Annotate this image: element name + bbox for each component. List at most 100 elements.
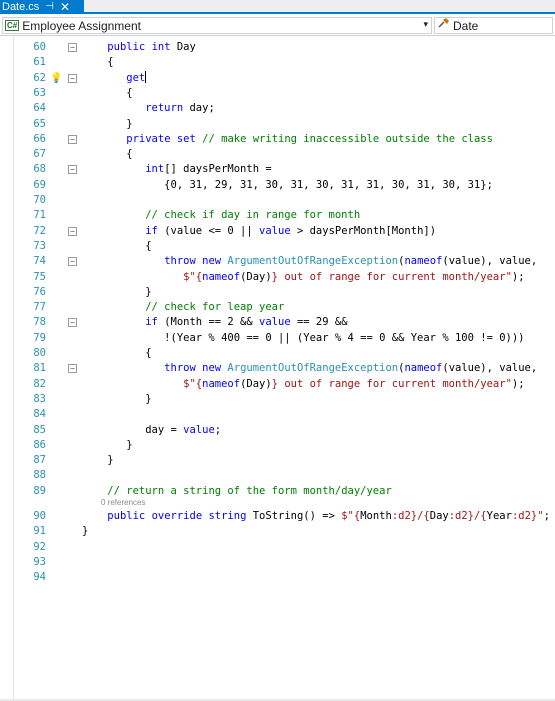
code-text[interactable]: } — [82, 392, 151, 407]
member-dropdown[interactable]: Date — [434, 17, 553, 34]
code-text[interactable]: int[] daysPerMonth = — [82, 162, 271, 177]
line-number: 83 — [33, 392, 46, 405]
line-number: 62 — [33, 71, 46, 84]
lightbulb-icon[interactable]: 💡 — [50, 72, 62, 85]
collapse-region-icon[interactable]: − — [68, 134, 77, 144]
code-line[interactable]: 91} — [0, 524, 555, 539]
code-text[interactable]: return day; — [82, 101, 215, 116]
code-text[interactable]: { — [82, 55, 113, 70]
code-text[interactable]: { — [82, 147, 132, 162]
code-line[interactable]: 86 } — [0, 438, 555, 453]
code-line[interactable]: 62 💡 − get — [0, 70, 555, 86]
code-line[interactable]: 84 — [0, 407, 555, 422]
code-line[interactable]: 65 } — [0, 117, 555, 132]
code-text[interactable]: } — [82, 438, 132, 453]
code-line[interactable]: 77 // check for leap year — [0, 300, 555, 315]
code-line[interactable]: 67 { — [0, 147, 555, 162]
line-number: 92 — [33, 540, 46, 553]
code-text[interactable]: // check for leap year — [82, 300, 284, 315]
collapse-region-icon[interactable]: − — [68, 73, 77, 83]
code-text[interactable]: } — [82, 453, 113, 468]
codelens-references[interactable]: 0 references — [101, 498, 145, 508]
code-line[interactable]: 75 $"{nameof(Day)} out of range for curr… — [0, 270, 555, 285]
line-number: 84 — [33, 408, 46, 421]
code-line[interactable]: 73 { — [0, 239, 555, 254]
code-text[interactable]: } — [82, 524, 88, 539]
chevron-down-icon[interactable]: ▾ — [423, 19, 428, 30]
code-editor[interactable]: 60− public int Day 61 {62 💡 − get 63 {64 ret… — [0, 36, 555, 701]
code-text[interactable]: $"{nameof(Day)} out of range for current… — [82, 377, 524, 392]
collapse-region-icon[interactable]: − — [68, 43, 77, 52]
code-line[interactable]: 63 { — [0, 86, 555, 101]
project-dropdown[interactable]: C# Employee Assignment ▾ — [2, 17, 432, 34]
line-number: 90 — [33, 510, 46, 522]
collapse-region-icon[interactable]: − — [68, 364, 77, 374]
code-text[interactable]: {0, 31, 29, 31, 30, 31, 30, 31, 31, 30, … — [82, 178, 493, 193]
line-number: 91 — [33, 525, 46, 538]
line-number: 94 — [33, 571, 46, 584]
code-line[interactable]: 74 − throw new ArgumentOutOfRangeExceptio… — [0, 254, 555, 269]
code-text[interactable]: if (Month == 2 && value == 29 && — [82, 315, 347, 330]
code-text[interactable]: day = value; — [82, 423, 221, 438]
line-number: 66 — [33, 132, 46, 145]
code-line[interactable]: 78 − if (Month == 2 && value == 29 && — [0, 315, 555, 330]
code-line[interactable]: 72 − if (value <= 0 || value > daysPerMon… — [0, 224, 555, 239]
code-text[interactable]: !(Year % 400 == 0 || (Year % 4 == 0 && Y… — [82, 331, 524, 346]
tab-filename[interactable]: Date.cs — [2, 0, 39, 14]
line-number: 79 — [33, 331, 46, 344]
code-line[interactable]: 80 { — [0, 346, 555, 361]
line-number: 82 — [33, 377, 46, 390]
code-line[interactable]: 92 — [0, 540, 555, 555]
close-icon[interactable]: ✕ — [60, 0, 70, 14]
code-line[interactable]: 60 − public int Day — [0, 40, 555, 55]
collapse-region-icon[interactable]: − — [68, 318, 77, 328]
code-text[interactable]: { — [82, 239, 151, 254]
code-line[interactable]: 68 − int[] daysPerMonth = — [0, 162, 555, 177]
line-number: 74 — [33, 255, 46, 268]
code-text[interactable]: } — [82, 285, 151, 300]
code-line[interactable]: 93 — [0, 555, 555, 570]
code-text[interactable]: private set // make writing inaccessible… — [82, 132, 493, 147]
code-text[interactable]: if (value <= 0 || value > daysPerMonth[M… — [82, 224, 436, 239]
code-text[interactable]: throw new ArgumentOutOfRangeException(na… — [82, 361, 537, 376]
code-line[interactable]: 94 — [0, 570, 555, 585]
code-text[interactable]: { — [82, 86, 132, 101]
line-number: 88 — [33, 469, 46, 482]
code-line[interactable]: 87 } — [0, 453, 555, 468]
code-text[interactable]: // return a string of the form month/day… — [82, 484, 391, 499]
pin-icon[interactable]: ⊣ — [45, 0, 54, 14]
code-text[interactable]: throw new ArgumentOutOfRangeException(na… — [82, 254, 537, 269]
line-number: 65 — [33, 117, 46, 130]
line-number: 76 — [33, 285, 46, 298]
code-line[interactable]: 66 − private set // make writing inaccess… — [0, 132, 555, 147]
code-line[interactable]: 81 − throw new ArgumentOutOfRangeExceptio… — [0, 361, 555, 376]
code-line[interactable]: 79 !(Year % 400 == 0 || (Year % 4 == 0 &… — [0, 331, 555, 346]
code-line[interactable]: 76 } — [0, 285, 555, 300]
code-text[interactable]: public override string ToString() => $"{… — [82, 509, 550, 524]
code-text[interactable]: { — [82, 346, 151, 361]
code-line[interactable]: 71 // check if day in range for month — [0, 208, 555, 223]
code-line[interactable]: 64 return day; — [0, 101, 555, 116]
code-text[interactable]: } — [82, 117, 132, 132]
line-number: 63 — [33, 86, 46, 99]
line-number: 85 — [33, 423, 46, 436]
csharp-project-icon: C# — [5, 20, 20, 31]
code-line[interactable]: 90 public override string ToString() => … — [0, 509, 555, 524]
code-line[interactable]: 85 day = value; — [0, 423, 555, 438]
code-text[interactable]: public int Day — [82, 40, 196, 55]
code-line[interactable]: 89 // return a string of the form month/… — [0, 484, 555, 499]
collapse-region-icon[interactable]: − — [68, 165, 77, 175]
line-number: 81 — [33, 362, 46, 375]
code-line[interactable]: 70 — [0, 193, 555, 208]
code-text[interactable]: // check if day in range for month — [82, 208, 360, 223]
code-line[interactable]: 69 {0, 31, 29, 31, 30, 31, 30, 31, 31, 3… — [0, 178, 555, 193]
code-line[interactable]: 88 — [0, 468, 555, 483]
collapse-region-icon[interactable]: − — [68, 257, 77, 267]
code-line[interactable]: 82 $"{nameof(Day)} out of range for curr… — [0, 377, 555, 392]
code-text[interactable]: $"{nameof(Day)} out of range for current… — [82, 270, 524, 285]
tab-date-cs[interactable]: Date.cs ⊣ ✕ — [0, 0, 84, 14]
code-text[interactable]: get — [82, 70, 147, 86]
collapse-region-icon[interactable]: − — [68, 226, 77, 236]
code-line[interactable]: 83 } — [0, 392, 555, 407]
code-line[interactable]: 61 { — [0, 55, 555, 70]
